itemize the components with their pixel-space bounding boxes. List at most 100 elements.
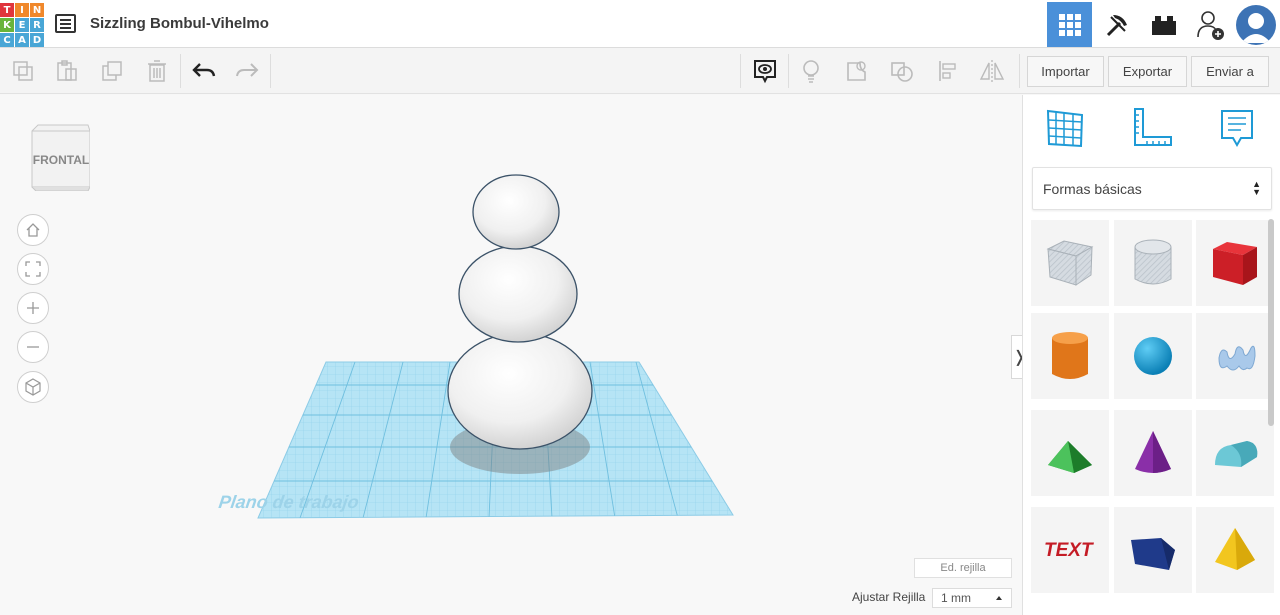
edit-grid-button[interactable]: Ed. rejilla [914,558,1012,578]
redo-icon [236,63,259,77]
shape-sphere[interactable] [1114,313,1192,399]
shape-scribble[interactable] [1196,313,1274,399]
shape-round-roof[interactable] [1196,410,1274,496]
cylinder-hole-icon [1134,239,1172,285]
box-hole-icon [1046,240,1094,286]
zoom-in-button[interactable] [17,292,49,324]
shape-cylinder-hole[interactable] [1114,220,1192,306]
shape-roof[interactable] [1031,410,1109,496]
workplane-tool-button[interactable] [1042,105,1088,151]
duplicate-button[interactable] [97,56,127,86]
projection-button[interactable] [17,371,49,403]
notes-tool-button[interactable] [1214,105,1260,151]
logo-letter: E [15,18,29,32]
workplane-label: Plano de trabajo [217,492,360,512]
home-icon [26,223,40,237]
shape-category-select[interactable]: Formas básicas ▲ ▼ [1032,167,1272,210]
logo-letter: K [0,18,14,32]
roof-icon [1048,441,1092,473]
import-button[interactable]: Importar [1027,56,1104,87]
top-sphere[interactable] [472,174,560,250]
group-icon [847,61,866,81]
pickaxe-icon [1106,14,1127,36]
logo-letter: C [0,33,14,47]
list-icon[interactable] [55,14,76,33]
scene-canvas[interactable]: Plano de trabajo [0,95,1022,615]
panel-scrollbar[interactable] [1268,219,1274,426]
paste-button[interactable] [52,56,82,86]
invite-user-button[interactable] [1188,2,1233,47]
logo-letter: D [30,33,44,47]
workplane-icon [1046,109,1084,148]
shape-box-hole[interactable] [1031,220,1109,306]
bottom-sphere[interactable] [447,332,593,450]
snap-grid-select[interactable]: 1 mm [932,588,1012,608]
shape-cone[interactable] [1114,410,1192,496]
light-button[interactable] [796,56,826,86]
cylinder-icon [1052,332,1088,379]
grid-icon [1058,13,1081,36]
shape-polygon[interactable] [1114,507,1192,593]
avatar[interactable] [1236,5,1276,45]
send-to-button[interactable]: Enviar a [1191,56,1269,87]
ungroup-button[interactable] [887,56,917,86]
copy-icon [13,61,33,81]
top-header: T I N K E R C A D Sizzling Bombul-Vihelm… [0,0,1280,48]
undo-button[interactable] [189,56,219,86]
ruler-icon [1134,108,1172,146]
cone-icon [1135,431,1171,473]
shape-text[interactable]: TEXT [1031,507,1109,593]
cube-icon [25,378,41,396]
shape-pyramid[interactable] [1196,507,1274,593]
shape-box[interactable] [1196,220,1274,306]
align-icon [939,61,956,81]
minecraft-button[interactable] [1094,2,1139,47]
svg-text:TEXT: TEXT [1044,540,1094,561]
pyramid-icon [1215,528,1255,570]
copy-button[interactable] [8,56,38,86]
polygon-icon [1131,538,1175,570]
plus-icon [27,302,39,314]
updown-icon: ▲ ▼ [1252,179,1261,197]
shape-cylinder[interactable] [1031,313,1109,399]
grid-view-button[interactable] [1047,2,1092,47]
round-roof-icon [1215,441,1258,467]
mirror-button[interactable] [977,56,1007,86]
view-cube-label: FRONTAL [32,153,90,167]
edit-toolbar: Importar Exportar Enviar a [0,48,1280,94]
undo-icon [192,63,216,77]
user-icon [1241,13,1271,43]
home-view-button[interactable] [17,214,49,246]
align-button[interactable] [933,56,963,86]
brick-icon [1151,15,1176,35]
export-button[interactable]: Exportar [1108,56,1187,87]
ruler-tool-button[interactable] [1129,105,1175,151]
caret-up-icon [996,596,1002,600]
view-cube[interactable]: FRONTAL [28,123,91,196]
mirror-icon [979,60,1005,82]
logo-letter: I [15,3,29,17]
fit-view-button[interactable] [17,253,49,285]
lego-bricks-button[interactable] [1141,2,1186,47]
project-title[interactable]: Sizzling Bombul-Vihelmo [90,15,269,32]
group-button[interactable] [842,56,872,86]
lightbulb-icon [803,60,819,83]
tinkercad-logo[interactable]: T I N K E R C A D [0,3,44,47]
sphere-icon [1134,337,1172,375]
duplicate-icon [102,61,122,81]
ungroup-icon [891,62,913,82]
redo-button[interactable] [232,56,262,86]
workplane-viewport[interactable]: Plano de trabajo FRONTAL [0,95,1022,615]
snap-grid-value: 1 mm [941,591,971,605]
middle-sphere[interactable] [458,245,578,343]
paste-icon [57,60,77,81]
snowman-model[interactable] [447,174,593,450]
fit-icon [25,261,41,277]
logo-letter: R [30,18,44,32]
logo-letter: N [30,3,44,17]
delete-button[interactable] [142,56,172,86]
note-icon [1221,110,1253,148]
notes-button[interactable] [750,56,780,86]
zoom-out-button[interactable] [17,331,49,363]
box-icon [1213,242,1257,285]
